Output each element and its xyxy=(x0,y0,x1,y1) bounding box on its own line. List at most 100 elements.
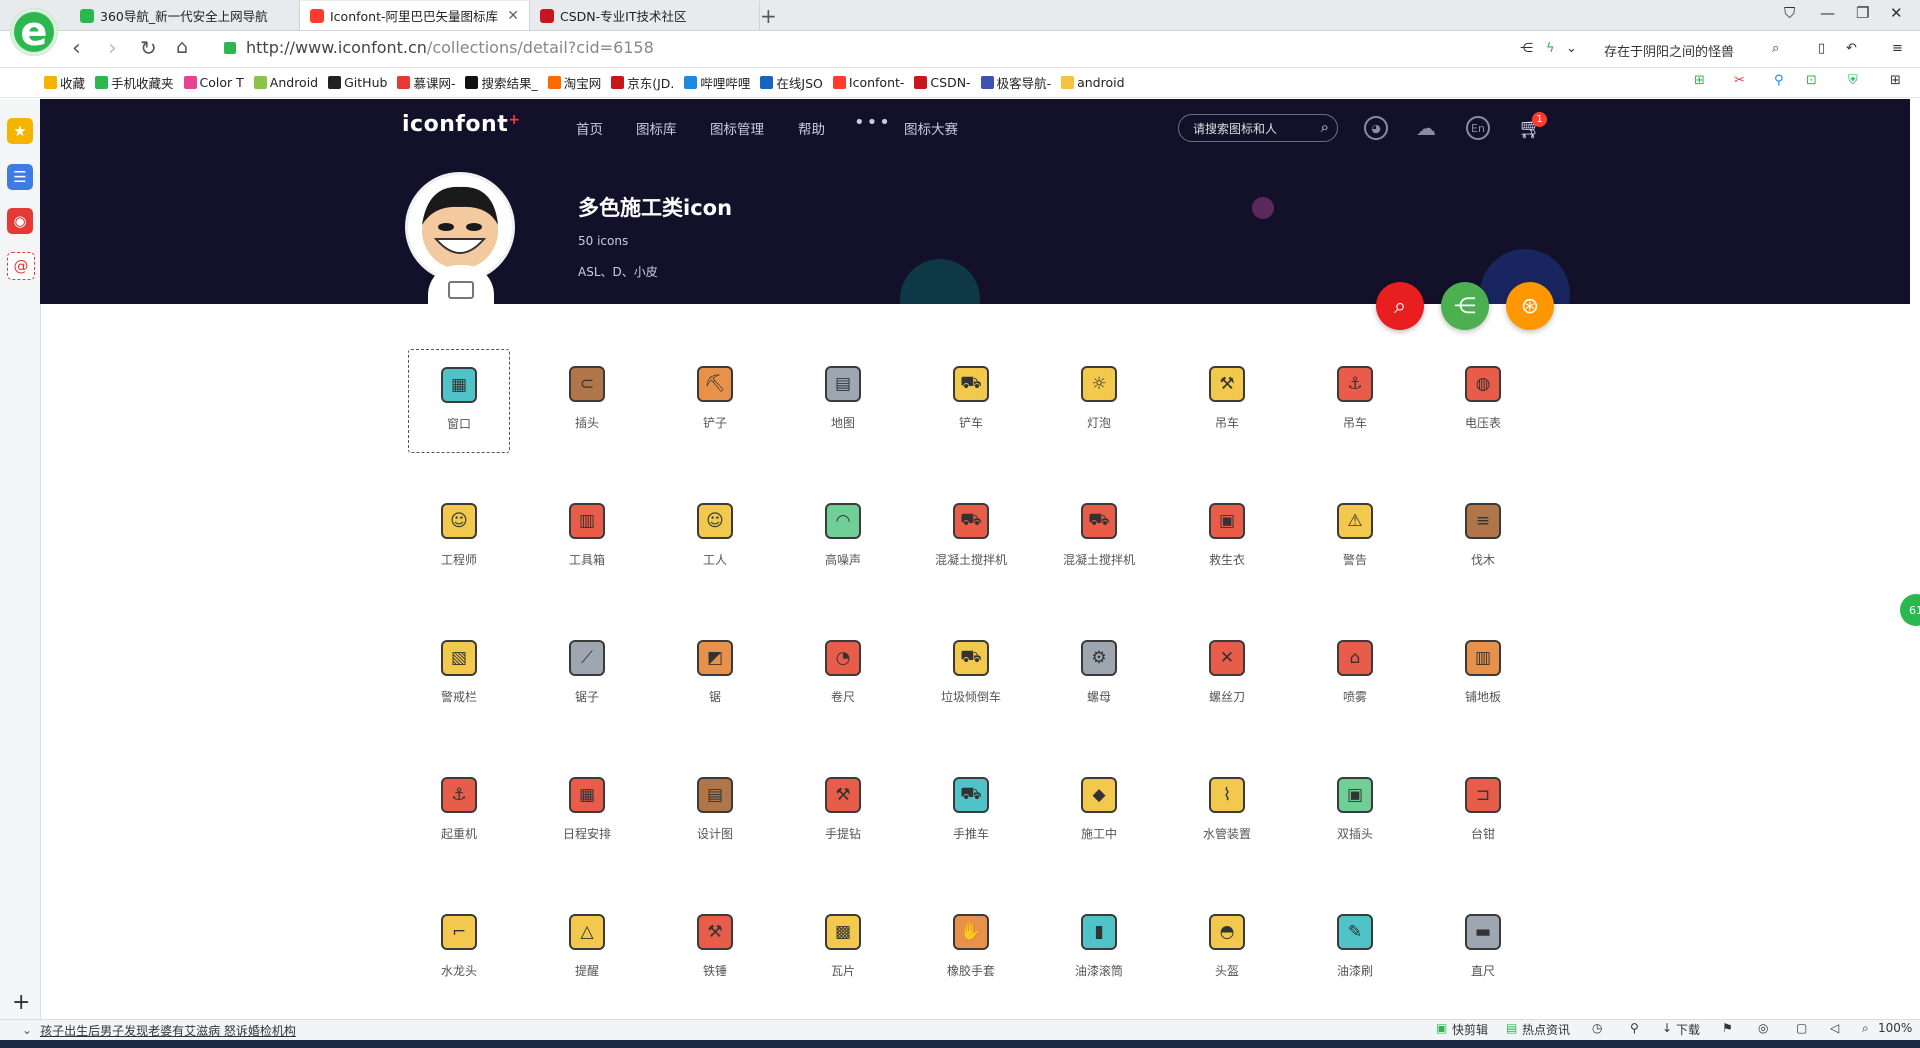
icon-card[interactable]: △ 提醒 xyxy=(536,897,638,1001)
translate-icon[interactable]: ⊞ xyxy=(1694,73,1705,88)
favorites-star-icon[interactable]: ★ xyxy=(7,118,33,144)
account-name[interactable]: 存在于阴阳之间的怪兽 xyxy=(1604,41,1734,60)
icon-card[interactable]: ⛟ 手推车 xyxy=(920,760,1022,864)
gamepad-icon[interactable]: ⊡ xyxy=(1806,73,1817,88)
close-tab-icon[interactable]: ✕ xyxy=(507,8,519,24)
icon-card[interactable]: ☺ 工人 xyxy=(664,486,766,590)
bookmark-item[interactable]: GitHub xyxy=(328,75,387,90)
speaker-icon[interactable]: ◁ xyxy=(1830,1021,1839,1035)
window-icon[interactable]: ▢ xyxy=(1796,1021,1807,1035)
icon-card[interactable]: ☼ 灯泡 xyxy=(1048,349,1150,453)
back-icon[interactable]: ‹ xyxy=(72,36,81,61)
nav-more[interactable]: ••• xyxy=(854,112,892,133)
bookmark-item[interactable]: 哔哩哔哩 xyxy=(684,73,750,92)
icon-card[interactable]: ⚙ 螺母 xyxy=(1048,623,1150,727)
bookmark-item[interactable]: CSDN- xyxy=(914,75,971,90)
icon-card[interactable]: ▬ 直尺 xyxy=(1432,897,1534,1001)
icon-card[interactable]: ▥ 工具箱 xyxy=(536,486,638,590)
nav-home[interactable]: 首页 xyxy=(576,118,603,138)
nav-help[interactable]: 帮助 xyxy=(798,118,825,138)
icon-card[interactable]: ✋ 橡胶手套 xyxy=(920,897,1022,1001)
icon-card[interactable]: ▮ 油漆滚筒 xyxy=(1048,897,1150,1001)
icon-card[interactable]: ▥ 铺地板 xyxy=(1432,623,1534,727)
icon-card[interactable]: ◆ 施工中 xyxy=(1048,760,1150,864)
icon-card[interactable]: ⚒ 吊车 xyxy=(1176,349,1278,453)
phone-icon[interactable]: ▯ xyxy=(1818,41,1825,56)
fab-download-button[interactable]: ⊛ xyxy=(1506,282,1554,330)
bookmark-item[interactable]: Android xyxy=(253,75,318,90)
bookmark-item[interactable]: 慕课网- xyxy=(397,73,455,92)
icon-card[interactable]: ▦ 日程安排 xyxy=(536,760,638,864)
sidebar-add-icon[interactable]: + xyxy=(12,990,30,1015)
icon-card[interactable]: ▤ 地图 xyxy=(792,349,894,453)
collection-authors[interactable]: ASL、D、小皮 xyxy=(578,263,658,280)
undo-icon[interactable]: ↶ xyxy=(1846,41,1857,56)
avatar[interactable] xyxy=(408,175,512,279)
menu-icon[interactable]: ≡ xyxy=(1892,41,1903,56)
icon-card[interactable]: ◓ 头盔 xyxy=(1176,897,1278,1001)
icon-card[interactable]: ⚒ 手提钻 xyxy=(792,760,894,864)
shirt-icon[interactable]: ⛉ xyxy=(1784,4,1795,22)
url-field[interactable]: http://www.iconfont.cn/collections/detai… xyxy=(246,38,654,57)
icon-card[interactable]: ▤ 设计图 xyxy=(664,760,766,864)
icon-card[interactable]: ⟋ 锯子 xyxy=(536,623,638,727)
magnifier-icon[interactable]: ⚲ xyxy=(1774,73,1784,88)
fab-search-button[interactable]: ⌕ xyxy=(1376,282,1424,330)
shield-icon[interactable]: ⛨ xyxy=(1848,73,1858,88)
home-icon[interactable]: ⌂ xyxy=(176,36,188,58)
pin-icon[interactable]: ⚲ xyxy=(1630,1021,1639,1035)
download-arrow-icon[interactable]: ↓ xyxy=(1662,1021,1672,1035)
icon-card[interactable]: ✕ 螺丝刀 xyxy=(1176,623,1278,727)
bookmark-item[interactable]: 极客导航- xyxy=(980,73,1051,92)
icon-card[interactable]: ◠ 高噪声 xyxy=(792,486,894,590)
clock-icon[interactable]: ◷ xyxy=(1592,1021,1602,1035)
globe-icon[interactable]: ◎ xyxy=(1758,1021,1768,1035)
search-icon[interactable]: ⌕ xyxy=(1772,41,1779,56)
nav-icon-management[interactable]: 图标管理 xyxy=(710,118,764,138)
icon-card[interactable]: ◍ 电压表 xyxy=(1432,349,1534,453)
chevron-down-icon[interactable]: ⌄ xyxy=(22,1023,32,1037)
icon-card[interactable]: ≡ 伐木 xyxy=(1432,486,1534,590)
chevron-down-icon[interactable]: ⌄ xyxy=(1566,41,1577,56)
zoom-icon[interactable]: ⌕ xyxy=(1862,1021,1869,1036)
share-icon[interactable]: ⋲ xyxy=(1520,41,1533,56)
nav-icon-contest[interactable]: 图标大赛 xyxy=(904,118,958,138)
lightning-icon[interactable]: ϟ xyxy=(1546,41,1555,56)
mail-icon[interactable]: @ xyxy=(7,252,35,280)
bookmark-item[interactable]: 搜索结果_ xyxy=(465,73,538,92)
language-icon[interactable]: En xyxy=(1466,116,1490,140)
bookmark-item[interactable]: 京东(JD. xyxy=(611,73,674,92)
bookmark-item[interactable]: Iconfont- xyxy=(832,75,904,90)
upload-icon[interactable]: ☁ xyxy=(1414,116,1438,140)
bookmark-item[interactable]: 手机收藏夹 xyxy=(95,73,174,92)
tab-csdn[interactable]: CSDN-专业IT技术社区 xyxy=(530,1,760,30)
search-icon[interactable]: ⌕ xyxy=(1321,118,1329,136)
fab-share-button[interactable]: ⋲ xyxy=(1441,282,1489,330)
icon-card[interactable]: ⚒ 铁锤 xyxy=(664,897,766,1001)
icon-card[interactable]: ▣ 救生衣 xyxy=(1176,486,1278,590)
bookmark-item[interactable]: Color T xyxy=(183,75,244,90)
nav-icon-library[interactable]: 图标库 xyxy=(636,118,677,138)
zoom-level[interactable]: 100% xyxy=(1878,1021,1912,1035)
icon-card[interactable]: ⌐ 水龙头 xyxy=(408,897,510,1001)
weibo-icon[interactable]: ◉ xyxy=(7,208,33,234)
icon-card[interactable]: ⚓ 起重机 xyxy=(408,760,510,864)
icon-card[interactable]: ▧ 警戒栏 xyxy=(408,623,510,727)
icon-card[interactable]: ⛟ 铲车 xyxy=(920,349,1022,453)
hot-news-label[interactable]: 热点资讯 xyxy=(1522,1021,1570,1038)
close-window-icon[interactable]: ✕ xyxy=(1890,4,1903,22)
icon-card[interactable]: ▣ 双插头 xyxy=(1304,760,1406,864)
tab-360[interactable]: 360导航_新一代安全上网导航 xyxy=(70,1,300,30)
icon-card[interactable]: ⚠ 警告 xyxy=(1304,486,1406,590)
bookmark-item[interactable]: android xyxy=(1061,75,1125,90)
icon-card[interactable]: ◔ 卷尺 xyxy=(792,623,894,727)
hot-news-icon[interactable]: ▤ xyxy=(1506,1021,1517,1035)
icon-card[interactable]: ▩ 瓦片 xyxy=(792,897,894,1001)
quick-clip-label[interactable]: 快剪辑 xyxy=(1452,1021,1488,1038)
browser-logo-icon[interactable]: e xyxy=(10,8,58,56)
icon-card[interactable]: ☺ 工程师 xyxy=(408,486,510,590)
restore-icon[interactable]: ❐ xyxy=(1856,4,1869,22)
icon-card[interactable]: ⛟ 混凝土搅拌机 xyxy=(920,486,1022,590)
quick-clip-icon[interactable]: ▣ xyxy=(1436,1021,1447,1035)
bookmark-item[interactable]: 在线JSO xyxy=(760,73,823,92)
